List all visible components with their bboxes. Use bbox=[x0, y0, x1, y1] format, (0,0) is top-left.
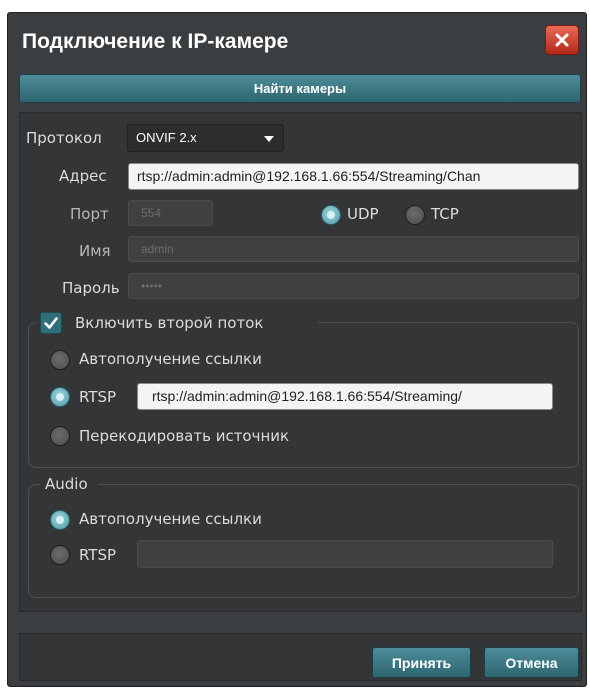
port-input[interactable]: 554 bbox=[128, 200, 213, 226]
password-input[interactable]: ••••• bbox=[128, 273, 579, 299]
port-label: Порт bbox=[70, 205, 109, 223]
transcode-label: Перекодировать источник bbox=[79, 427, 290, 445]
name-input[interactable]: admin bbox=[128, 236, 579, 262]
second-stream-rtsp-input[interactable]: rtsp://admin:admin@192.168.1.66:554/Stre… bbox=[137, 383, 553, 410]
tcp-label: TCP bbox=[431, 205, 459, 223]
audio-group-title: Audio bbox=[45, 475, 88, 493]
password-label: Пароль bbox=[62, 279, 120, 297]
second-stream-checkbox[interactable] bbox=[40, 312, 62, 334]
accept-button[interactable]: Принять bbox=[372, 647, 471, 678]
close-button[interactable] bbox=[545, 25, 579, 55]
audio-rtsp-label: RTSP bbox=[79, 546, 117, 564]
second-stream-auto-label: Автополучение ссылки bbox=[79, 350, 262, 368]
udp-label: UDP bbox=[347, 205, 379, 223]
second-stream-rtsp-label: RTSP bbox=[79, 388, 117, 406]
audio-rtsp-radio[interactable] bbox=[50, 545, 70, 565]
find-cameras-button[interactable]: Найти камеры bbox=[19, 74, 581, 103]
transcode-radio[interactable] bbox=[50, 426, 70, 446]
tcp-radio[interactable] bbox=[405, 205, 425, 225]
address-label: Адрес bbox=[59, 167, 107, 185]
second-stream-auto-radio[interactable] bbox=[50, 350, 70, 370]
audio-rtsp-input[interactable] bbox=[137, 540, 553, 568]
name-label: Имя bbox=[79, 242, 111, 260]
udp-radio[interactable] bbox=[321, 205, 341, 225]
chevron-down-icon bbox=[264, 136, 274, 142]
audio-auto-label: Автополучение ссылки bbox=[79, 510, 262, 528]
dialog-title: Подключение к IP-камере bbox=[22, 30, 289, 53]
address-input[interactable]: rtsp://admin:admin@192.168.1.66:554/Stre… bbox=[128, 163, 579, 190]
second-stream-label: Включить второй поток bbox=[75, 314, 264, 332]
checkmark-icon bbox=[44, 317, 58, 329]
close-icon bbox=[555, 33, 569, 47]
protocol-label: Протокол bbox=[26, 129, 102, 147]
second-stream-rtsp-radio[interactable] bbox=[50, 387, 70, 407]
audio-auto-radio[interactable] bbox=[50, 510, 70, 530]
cancel-button[interactable]: Отмена bbox=[484, 647, 579, 678]
protocol-select[interactable]: ONVIF 2.x bbox=[127, 124, 284, 152]
protocol-value: ONVIF 2.x bbox=[136, 130, 197, 145]
